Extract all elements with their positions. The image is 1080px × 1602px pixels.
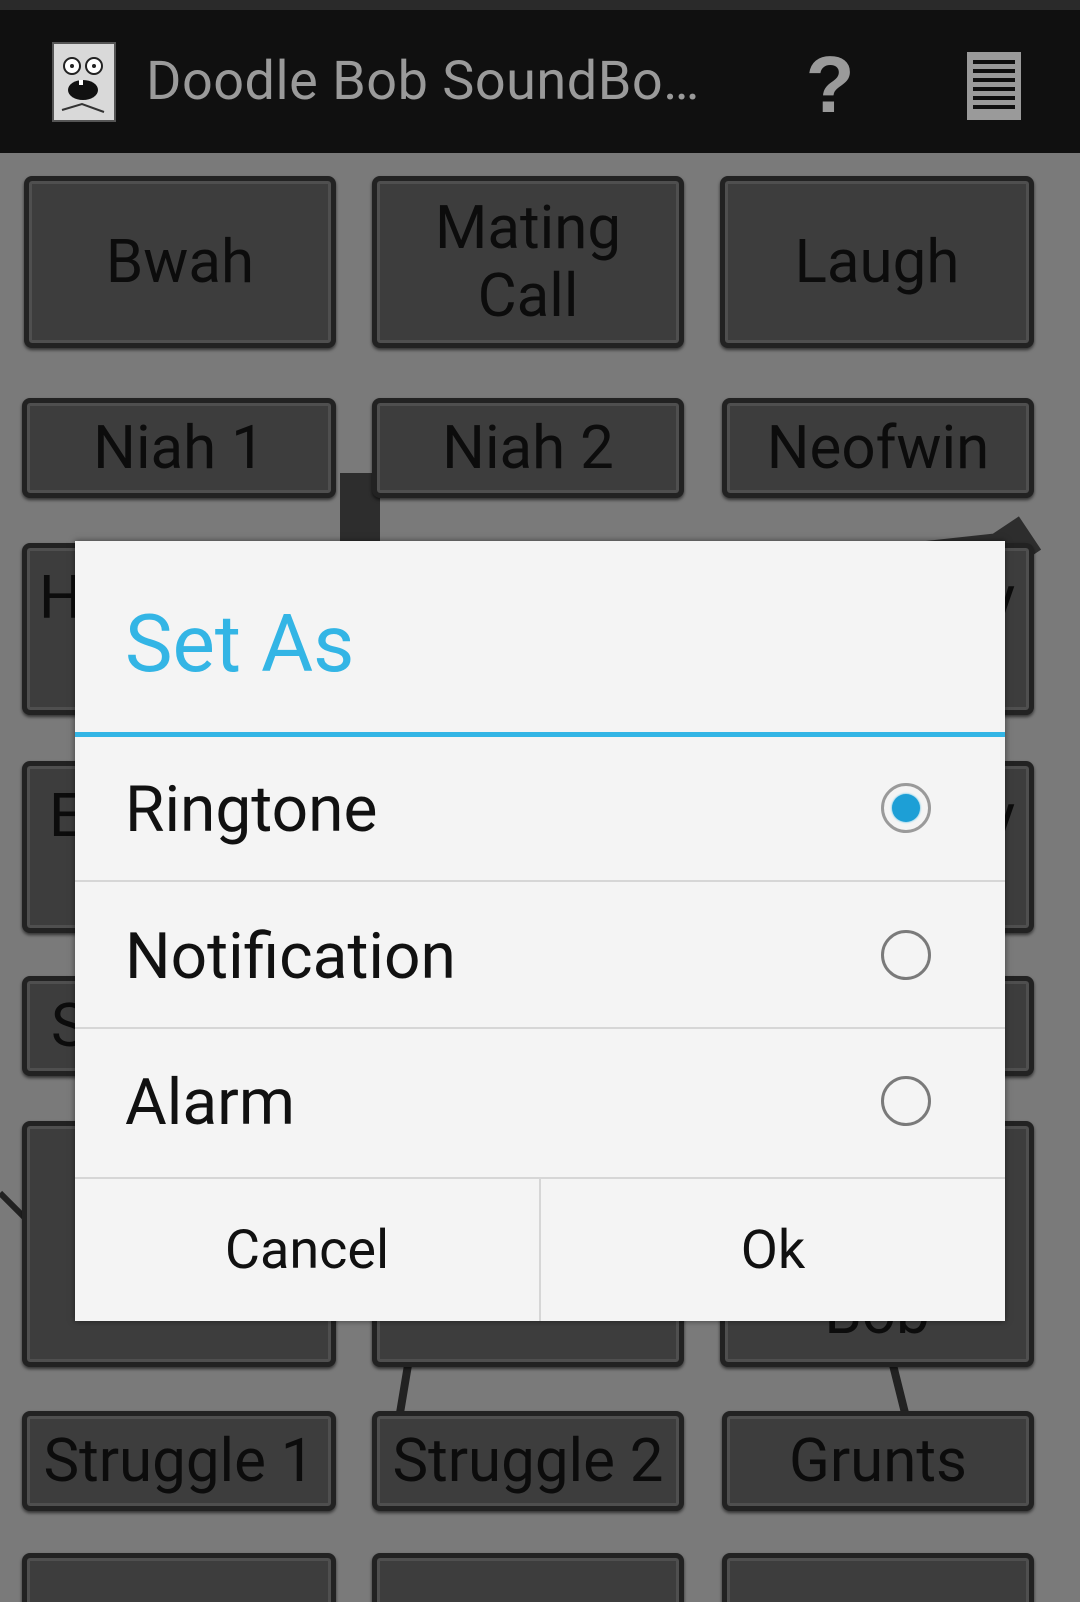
option-label: Alarm bbox=[125, 1065, 295, 1140]
set-as-dialog: Set As Ringtone Notification Alarm Cance… bbox=[75, 541, 1005, 1321]
ok-button[interactable]: Ok bbox=[541, 1179, 1005, 1321]
option-alarm[interactable]: Alarm bbox=[75, 1030, 1005, 1175]
radio-unchecked-icon[interactable] bbox=[881, 1076, 931, 1126]
radio-unchecked-icon[interactable] bbox=[881, 930, 931, 980]
option-label: Ringtone bbox=[125, 772, 378, 847]
option-label: Notification bbox=[125, 919, 456, 994]
dialog-button-row: Cancel Ok bbox=[75, 1177, 1005, 1321]
option-ringtone[interactable]: Ringtone bbox=[75, 737, 1005, 882]
dialog-title: Set As bbox=[125, 597, 355, 691]
option-notification[interactable]: Notification bbox=[75, 884, 1005, 1029]
cancel-button[interactable]: Cancel bbox=[75, 1179, 541, 1321]
radio-checked-icon[interactable] bbox=[881, 783, 931, 833]
